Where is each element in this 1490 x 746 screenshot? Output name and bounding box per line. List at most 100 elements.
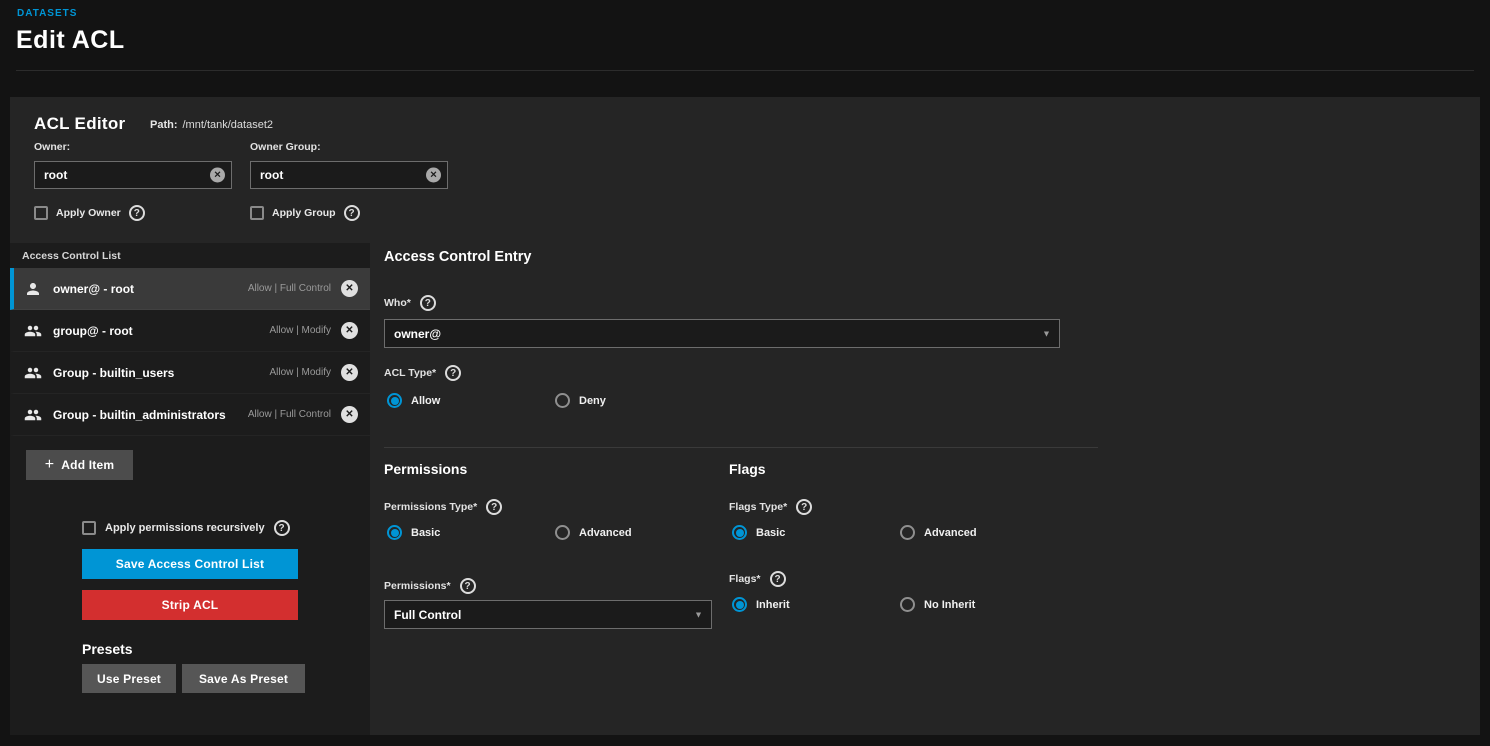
- acl-list-item[interactable]: owner@ - root Allow | Full Control: [10, 268, 370, 310]
- acl-item-permissions: Allow | Modify: [269, 367, 331, 378]
- acl-type-label: ACL Type*: [384, 367, 436, 379]
- acl-item-permissions: Allow | Modify: [269, 325, 331, 336]
- path-value: /mnt/tank/dataset2: [183, 119, 274, 131]
- acl-item-name: group@ - root: [53, 324, 133, 338]
- dataset-path: Path: /mnt/tank/dataset2: [150, 119, 273, 131]
- acl-list-item[interactable]: Group - builtin_users Allow | Modify: [10, 352, 370, 394]
- person-icon: [24, 280, 42, 298]
- who-help-icon[interactable]: [420, 295, 436, 311]
- permissions-type-label-row: Permissions Type*: [384, 499, 502, 515]
- flags-type-label: Flags Type*: [729, 501, 787, 513]
- who-select[interactable]: owner@: [384, 319, 1060, 348]
- radio-flags-basic-label: Basic: [756, 527, 785, 539]
- path-label: Path:: [150, 119, 178, 131]
- acl-editor-card: ACL Editor Path:/mnt/tank/dataset2 Owner…: [10, 97, 1480, 735]
- recursive-help-icon[interactable]: [274, 520, 290, 536]
- radio-permissions-advanced[interactable]: Advanced: [555, 525, 632, 540]
- permissions-label: Permissions*: [384, 580, 451, 592]
- owner-field: [34, 161, 232, 189]
- acl-list: owner@ - root Allow | Full Control group…: [10, 268, 370, 436]
- acl-list-item[interactable]: group@ - root Allow | Modify: [10, 310, 370, 352]
- radio-inherit[interactable]: Inherit: [732, 597, 790, 612]
- apply-owner-help-icon[interactable]: [129, 205, 145, 221]
- who-select-value: owner@: [394, 327, 441, 341]
- radio-allow-label: Allow: [411, 395, 440, 407]
- save-as-preset-button[interactable]: Save As Preset: [182, 664, 305, 693]
- permissions-type-label: Permissions Type*: [384, 501, 477, 513]
- remove-entry-icon[interactable]: [341, 406, 358, 423]
- acl-item-permissions: Allow | Full Control: [248, 283, 331, 294]
- radio-flags-basic-circle[interactable]: [732, 525, 747, 540]
- people-icon: [24, 322, 42, 340]
- acl-item-permissions: Allow | Full Control: [248, 409, 331, 420]
- owner-group-input[interactable]: [250, 161, 448, 189]
- acl-item-name: Group - builtin_users: [53, 366, 174, 380]
- who-label: Who*: [384, 297, 411, 309]
- permissions-select[interactable]: Full Control: [384, 600, 712, 629]
- radio-allow[interactable]: Allow: [387, 393, 440, 408]
- permissions-label-row: Permissions*: [384, 578, 476, 594]
- presets-heading: Presets: [82, 641, 133, 657]
- radio-permissions-advanced-circle[interactable]: [555, 525, 570, 540]
- radio-no-inherit[interactable]: No Inherit: [900, 597, 975, 612]
- radio-inherit-label: Inherit: [756, 599, 790, 611]
- radio-flags-advanced-label: Advanced: [924, 527, 977, 539]
- recursive-row: Apply permissions recursively: [82, 520, 290, 536]
- radio-deny-label: Deny: [579, 395, 606, 407]
- flags-label: Flags*: [729, 573, 761, 585]
- radio-flags-advanced[interactable]: Advanced: [900, 525, 977, 540]
- permissions-type-help-icon[interactable]: [486, 499, 502, 515]
- radio-deny[interactable]: Deny: [555, 393, 606, 408]
- apply-group-label: Apply Group: [272, 207, 336, 219]
- flags-type-help-icon[interactable]: [796, 499, 812, 515]
- apply-owner-label: Apply Owner: [56, 207, 121, 219]
- breadcrumb-datasets[interactable]: DATASETS: [17, 8, 77, 19]
- apply-group-help-icon[interactable]: [344, 205, 360, 221]
- radio-permissions-basic[interactable]: Basic: [387, 525, 440, 540]
- clear-owner-group-icon[interactable]: [426, 168, 441, 183]
- radio-no-inherit-circle[interactable]: [900, 597, 915, 612]
- acl-item-name: owner@ - root: [53, 282, 134, 296]
- flags-label-row: Flags*: [729, 571, 786, 587]
- people-icon: [24, 364, 42, 382]
- flags-type-label-row: Flags Type*: [729, 499, 812, 515]
- strip-acl-button[interactable]: Strip ACL: [82, 590, 298, 620]
- plus-icon: +: [45, 457, 55, 473]
- radio-permissions-advanced-label: Advanced: [579, 527, 632, 539]
- apply-owner-checkbox[interactable]: [34, 206, 48, 220]
- apply-group-checkbox[interactable]: [250, 206, 264, 220]
- recursive-label: Apply permissions recursively: [105, 522, 265, 534]
- radio-deny-circle[interactable]: [555, 393, 570, 408]
- section-divider: [384, 447, 1098, 448]
- recursive-checkbox[interactable]: [82, 521, 96, 535]
- acl-list-panel: Access Control List owner@ - root Allow …: [10, 243, 370, 735]
- remove-entry-icon[interactable]: [341, 280, 358, 297]
- header-divider: [16, 70, 1474, 71]
- acl-type-label-row: ACL Type*: [384, 365, 461, 381]
- remove-entry-icon[interactable]: [341, 364, 358, 381]
- add-item-button[interactable]: + Add Item: [26, 450, 133, 480]
- permissions-help-icon[interactable]: [460, 578, 476, 594]
- owner-group-label: Owner Group:: [250, 141, 321, 153]
- owner-input[interactable]: [34, 161, 232, 189]
- clear-owner-icon[interactable]: [210, 168, 225, 183]
- radio-flags-advanced-circle[interactable]: [900, 525, 915, 540]
- radio-permissions-basic-circle[interactable]: [387, 525, 402, 540]
- acl-list-item[interactable]: Group - builtin_administrators Allow | F…: [10, 394, 370, 436]
- apply-group-row: Apply Group: [250, 205, 360, 221]
- remove-entry-icon[interactable]: [341, 322, 358, 339]
- save-acl-button[interactable]: Save Access Control List: [82, 549, 298, 579]
- radio-permissions-basic-label: Basic: [411, 527, 440, 539]
- radio-no-inherit-label: No Inherit: [924, 599, 975, 611]
- who-label-row: Who*: [384, 295, 436, 311]
- acl-type-help-icon[interactable]: [445, 365, 461, 381]
- people-icon: [24, 406, 42, 424]
- chevron-down-icon: [1041, 328, 1052, 340]
- page-title: Edit ACL: [16, 26, 125, 55]
- radio-allow-circle[interactable]: [387, 393, 402, 408]
- use-preset-button[interactable]: Use Preset: [82, 664, 176, 693]
- chevron-down-icon: [693, 609, 704, 621]
- flags-help-icon[interactable]: [770, 571, 786, 587]
- radio-inherit-circle[interactable]: [732, 597, 747, 612]
- radio-flags-basic[interactable]: Basic: [732, 525, 785, 540]
